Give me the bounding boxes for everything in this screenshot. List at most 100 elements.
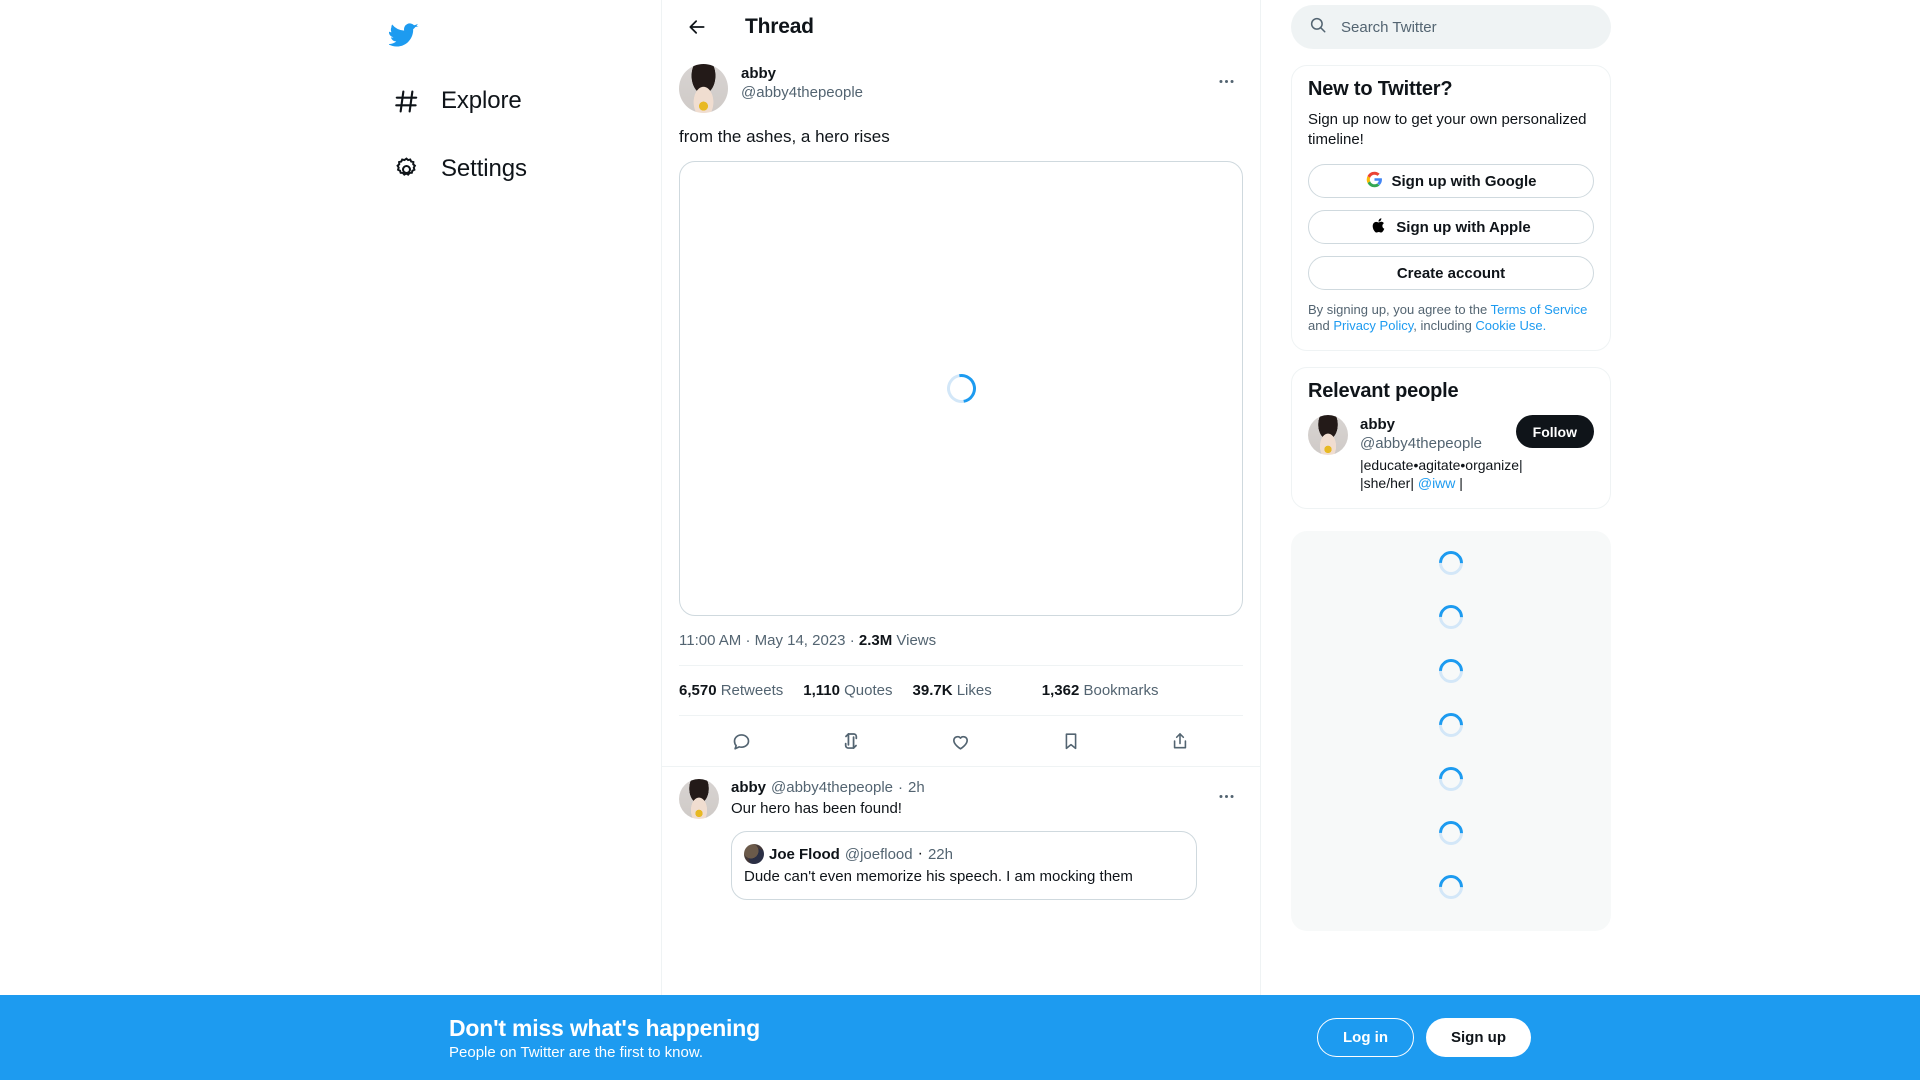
tweet-media-placeholder[interactable] — [679, 161, 1243, 616]
loading-placeholder-panel — [1291, 531, 1611, 931]
reply-text: Our hero has been found! — [731, 800, 902, 817]
relevant-people-title: Relevant people — [1308, 380, 1459, 402]
stat-retweets[interactable]: 6,570 Retweets — [679, 682, 783, 699]
quote-separator: · — [917, 845, 923, 862]
terms-of-service-link[interactable]: Terms of Service — [1491, 302, 1588, 317]
reply-display-name: abby — [731, 779, 767, 796]
tweet-body-text: from the ashes, a hero rises — [679, 127, 890, 146]
stat-value: 1,110 — [803, 682, 840, 699]
author-handle: @abby4thepeople — [741, 83, 863, 101]
cookie-use-link[interactable]: Cookie Use. — [1475, 318, 1546, 333]
tweet-actions-row — [679, 716, 1243, 766]
stat-quotes[interactable]: 1,110 Quotes — [803, 682, 892, 699]
bookmark-icon[interactable] — [1051, 721, 1091, 761]
legal-including: , including — [1413, 318, 1476, 333]
thread-header: Thread — [662, 0, 1260, 54]
person-info: abby @abby4thepeople |educate•agitate•or… — [1360, 415, 1523, 492]
thread-column: Thread abby @abby4thepeople from the ash… — [661, 0, 1261, 1080]
avatar[interactable] — [679, 64, 728, 113]
legal-prefix: By signing up, you agree to the — [1308, 302, 1491, 317]
follow-button[interactable]: Follow — [1515, 415, 1594, 448]
signup-banner: Don't miss what's happening People on Tw… — [0, 995, 1920, 1080]
primary-tweet: abby @abby4thepeople from the ashes, a h… — [662, 54, 1260, 766]
banner-text-block: Don't miss what's happening People on Tw… — [309, 1015, 760, 1061]
stat-likes[interactable]: 39.7K Likes — [913, 682, 992, 699]
meta-separator: · — [745, 632, 751, 649]
tweet-author-row: abby @abby4thepeople — [679, 64, 1243, 113]
person-bio-suffix: | — [1455, 475, 1463, 491]
twitter-thread-page: Explore Settings Thread abby @abby4thepe… — [0, 0, 1920, 1080]
more-options-icon[interactable] — [1209, 64, 1243, 98]
reply-body: abby @abby4thepeople · 2h Our hero has b… — [731, 779, 1197, 900]
loading-spinner-icon — [1434, 708, 1468, 742]
tweet-stats-row: 6,570 Retweets 1,110 Quotes 39.7K Likes … — [679, 666, 1243, 715]
like-icon[interactable] — [941, 721, 981, 761]
search-input[interactable] — [1341, 18, 1593, 36]
relevant-people-card: Relevant people abby @abby4thepeople |ed… — [1291, 367, 1611, 509]
person-bio: |educate•agitate•organize| |she/her| @iw… — [1360, 456, 1523, 492]
meta-separator: · — [849, 632, 855, 649]
banner-content: Don't miss what's happening People on Tw… — [309, 1015, 1611, 1061]
reply-separator: · — [898, 779, 904, 796]
stat-label: Retweets — [720, 682, 784, 699]
search-bar[interactable] — [1291, 5, 1611, 49]
search-icon — [1309, 16, 1327, 39]
person-display-name: abby — [1360, 416, 1396, 433]
views-label: Views — [896, 632, 937, 649]
privacy-policy-link[interactable]: Privacy Policy — [1333, 318, 1413, 333]
person-bio-mention-link[interactable]: @iww — [1418, 475, 1456, 491]
stat-label: Bookmarks — [1083, 682, 1159, 699]
sidebar-item-explore[interactable]: Explore — [379, 70, 540, 132]
signup-apple-button[interactable]: Sign up with Apple — [1308, 210, 1594, 244]
signup-google-label: Sign up with Google — [1391, 172, 1537, 190]
tweet-date: May 14, 2023 — [754, 632, 846, 649]
more-options-icon[interactable] — [1209, 779, 1243, 813]
back-arrow-icon[interactable] — [679, 9, 715, 45]
hashtag-icon — [391, 86, 421, 116]
quote-time: 22h — [927, 845, 953, 863]
quote-text: Dude can't even memorize his speech. I a… — [744, 868, 1133, 885]
stat-value: 39.7K — [912, 682, 953, 699]
loading-spinner-icon — [1434, 816, 1468, 850]
login-button[interactable]: Log in — [1317, 1018, 1414, 1057]
page-title: Thread — [745, 15, 814, 38]
create-account-button[interactable]: Create account — [1308, 256, 1594, 290]
author-display-name: abby — [741, 65, 777, 82]
reply-author-row: abby @abby4thepeople · 2h — [731, 779, 1197, 796]
banner-buttons: Log in Sign up — [1317, 1018, 1611, 1057]
signup-apple-label: Sign up with Apple — [1396, 218, 1531, 236]
share-icon[interactable] — [1160, 721, 1200, 761]
sidebar-item-label: Settings — [441, 155, 527, 182]
stat-value: 6,570 — [679, 682, 717, 699]
quote-author-row: Joe Flood @joeflood · 22h — [744, 844, 1184, 864]
retweet-icon[interactable] — [831, 721, 871, 761]
apple-icon — [1371, 217, 1387, 238]
signup-google-button[interactable]: Sign up with Google — [1308, 164, 1594, 198]
quote-display-name: Joe Flood — [769, 845, 840, 863]
stat-bookmarks[interactable]: 1,362 Bookmarks — [1042, 682, 1159, 699]
signup-button[interactable]: Sign up — [1426, 1018, 1531, 1057]
relevant-person-row[interactable]: abby @abby4thepeople |educate•agitate•or… — [1308, 415, 1594, 492]
left-sidebar-nav: Explore Settings — [309, 0, 661, 1080]
loading-spinner-icon — [1434, 870, 1468, 904]
legal-text: By signing up, you agree to the Terms of… — [1308, 302, 1594, 334]
twitter-bird-logo[interactable] — [375, 6, 433, 64]
loading-spinner-icon — [1434, 546, 1468, 580]
quoted-tweet[interactable]: Joe Flood @joeflood · 22h Dude can't eve… — [731, 831, 1197, 900]
author-names[interactable]: abby @abby4thepeople — [741, 64, 1196, 103]
sidebar-item-settings[interactable]: Settings — [379, 138, 545, 200]
avatar[interactable] — [1308, 415, 1348, 455]
reply-handle: @abby4thepeople — [771, 779, 894, 796]
tweet-metadata: 11:00 AM · May 14, 2023 · 2.3M Views — [679, 616, 1243, 665]
stat-label: Quotes — [844, 682, 893, 699]
quote-handle: @joeflood — [844, 845, 913, 863]
loading-spinner-icon — [1434, 762, 1468, 796]
banner-title: Don't miss what's happening — [449, 1014, 760, 1041]
loading-spinner-icon — [940, 368, 982, 409]
reply-tweet[interactable]: abby @abby4thepeople · 2h Our hero has b… — [662, 766, 1260, 900]
avatar[interactable] — [679, 779, 719, 819]
stat-value: 1,362 — [1041, 682, 1080, 699]
reply-icon[interactable] — [722, 721, 762, 761]
loading-spinner-icon — [1434, 654, 1468, 688]
views-count: 2.3M — [858, 632, 893, 649]
